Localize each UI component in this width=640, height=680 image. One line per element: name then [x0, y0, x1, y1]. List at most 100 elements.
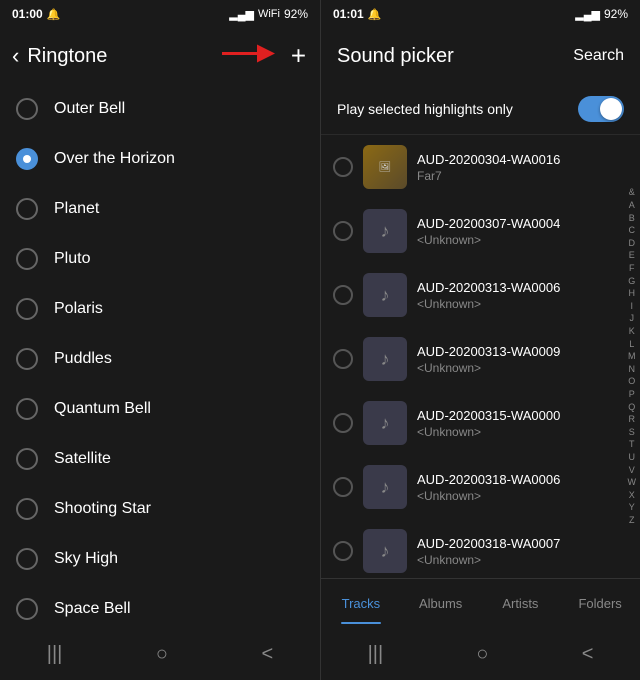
track-subtitle: <Unknown>: [417, 425, 616, 439]
tab-folders[interactable]: Folders: [560, 579, 640, 628]
track-info: AUD-20200313-WA0006<Unknown>: [417, 280, 616, 311]
ringtone-name: Puddles: [54, 350, 112, 368]
music-note-icon: ♪: [381, 221, 390, 242]
back-button[interactable]: ‹: [12, 43, 19, 69]
tab-tracks[interactable]: Tracks: [321, 579, 401, 628]
alphabet-index[interactable]: &ABCDEFGHIJKLMNOPQRSTUVWXYZ: [624, 135, 640, 578]
alphabet-letter[interactable]: E: [629, 249, 635, 262]
alphabet-letter[interactable]: O: [628, 375, 635, 388]
alphabet-letter[interactable]: A: [629, 199, 635, 212]
ringtone-item[interactable]: Puddles: [0, 334, 320, 384]
ringtone-name: Pluto: [54, 250, 90, 268]
alphabet-letter[interactable]: K: [629, 325, 635, 338]
alphabet-letter[interactable]: W: [628, 476, 637, 489]
alphabet-letter[interactable]: T: [629, 438, 635, 451]
track-info: AUD-20200318-WA0006<Unknown>: [417, 472, 616, 503]
ringtone-radio: [16, 248, 38, 270]
left-time: 01:00 🔔: [12, 7, 60, 21]
ringtone-title: Ringtone: [27, 45, 107, 68]
tabs-bar: TracksAlbums Artists Folders: [321, 578, 640, 628]
highlight-toggle-switch[interactable]: [578, 96, 624, 122]
tab-albums[interactable]: Albums: [401, 579, 481, 628]
right-time: 01:01 🔔: [333, 7, 381, 21]
alphabet-letter[interactable]: P: [629, 388, 635, 401]
search-button[interactable]: Search: [573, 47, 624, 65]
ringtone-item[interactable]: Quantum Bell: [0, 384, 320, 434]
track-subtitle: Far7: [417, 169, 616, 183]
right-signal: ▂▄▆ 92%: [575, 7, 628, 21]
track-name: AUD-20200318-WA0007: [417, 536, 616, 551]
alphabet-letter[interactable]: S: [629, 426, 635, 439]
alphabet-letter[interactable]: C: [629, 224, 636, 237]
track-thumbnail: ♪: [363, 465, 407, 509]
right-back-button[interactable]: <: [582, 643, 594, 666]
alphabet-letter[interactable]: G: [628, 275, 635, 288]
highlight-toggle-label: Play selected highlights only: [337, 101, 513, 117]
add-ringtone-button[interactable]: +: [291, 41, 306, 72]
left-battery: 92%: [284, 7, 308, 21]
tab-label: Folders: [578, 596, 621, 611]
alphabet-letter[interactable]: M: [628, 350, 636, 363]
track-item[interactable]: ♪AUD-20200307-WA0004<Unknown>: [321, 199, 624, 263]
track-radio: [333, 221, 353, 241]
alphabet-letter[interactable]: Z: [629, 514, 635, 527]
recent-apps-button[interactable]: |||: [47, 643, 63, 666]
ringtone-item[interactable]: Space Bell: [0, 584, 320, 628]
track-info: AUD-20200318-WA0007<Unknown>: [417, 536, 616, 567]
alphabet-letter[interactable]: H: [629, 287, 636, 300]
ringtone-item[interactable]: Planet: [0, 184, 320, 234]
ringtone-item[interactable]: Pluto: [0, 234, 320, 284]
tab-label: Artists: [502, 596, 538, 611]
alphabet-letter[interactable]: R: [629, 413, 636, 426]
sound-picker-title: Sound picker: [337, 45, 454, 68]
alphabet-letter[interactable]: B: [629, 212, 635, 225]
track-thumbnail: ♪: [363, 209, 407, 253]
left-signal-bars: ▂▄▆: [229, 8, 254, 21]
left-clock: 01:00: [12, 7, 43, 21]
ringtone-item[interactable]: Outer Bell: [0, 84, 320, 134]
ringtone-name: Quantum Bell: [54, 400, 151, 418]
ringtone-item[interactable]: Satellite: [0, 434, 320, 484]
ringtone-radio: [16, 298, 38, 320]
ringtone-item[interactable]: Shooting Star: [0, 484, 320, 534]
alphabet-letter[interactable]: D: [629, 237, 636, 250]
track-item[interactable]: 🖼AUD-20200304-WA0016Far7: [321, 135, 624, 199]
alphabet-letter[interactable]: J: [630, 312, 635, 325]
alphabet-letter[interactable]: V: [629, 464, 635, 477]
ringtone-radio: [16, 198, 38, 220]
track-item[interactable]: ♪AUD-20200313-WA0006<Unknown>: [321, 263, 624, 327]
left-notification-icon: 🔔: [47, 8, 61, 21]
ringtone-radio: [16, 598, 38, 620]
track-item[interactable]: ♪ AUD-20200318-WA0006<Unknown>: [321, 455, 624, 519]
alphabet-letter[interactable]: N: [629, 363, 636, 376]
tab-artists[interactable]: Artists: [481, 579, 561, 628]
track-item[interactable]: ♪AUD-20200313-WA0009<Unknown>: [321, 327, 624, 391]
track-radio: [333, 157, 353, 177]
alphabet-letter[interactable]: L: [629, 338, 634, 351]
ringtone-radio: [16, 398, 38, 420]
left-status-bar: 01:00 🔔 ▂▄▆ WiFi 92%: [0, 0, 320, 28]
right-signal-bars: ▂▄▆: [575, 8, 600, 21]
track-info: AUD-20200313-WA0009<Unknown>: [417, 344, 616, 375]
right-recent-button[interactable]: |||: [368, 643, 384, 666]
track-radio: [333, 285, 353, 305]
track-item[interactable]: ♪AUD-20200315-WA0000<Unknown>: [321, 391, 624, 455]
alphabet-letter[interactable]: Y: [629, 501, 635, 514]
alphabet-letter[interactable]: Q: [628, 401, 635, 414]
track-radio: [333, 349, 353, 369]
alphabet-letter[interactable]: I: [630, 300, 633, 313]
right-battery: 92%: [604, 7, 628, 21]
left-panel: 01:00 🔔 ▂▄▆ WiFi 92% ‹ Ringtone + Outer …: [0, 0, 320, 680]
back-nav-button[interactable]: <: [262, 643, 274, 666]
ringtone-item[interactable]: Over the Horizon: [0, 134, 320, 184]
right-home-button[interactable]: ○: [476, 643, 488, 666]
track-item[interactable]: ♪AUD-20200318-WA0007<Unknown>: [321, 519, 624, 578]
right-status-bar: 01:01 🔔 ▂▄▆ 92%: [321, 0, 640, 28]
alphabet-letter[interactable]: U: [629, 451, 636, 464]
ringtone-item[interactable]: Sky High: [0, 534, 320, 584]
alphabet-letter[interactable]: X: [629, 489, 635, 502]
ringtone-item[interactable]: Polaris: [0, 284, 320, 334]
alphabet-letter[interactable]: &: [629, 186, 635, 199]
alphabet-letter[interactable]: F: [629, 262, 635, 275]
home-button[interactable]: ○: [156, 643, 168, 666]
